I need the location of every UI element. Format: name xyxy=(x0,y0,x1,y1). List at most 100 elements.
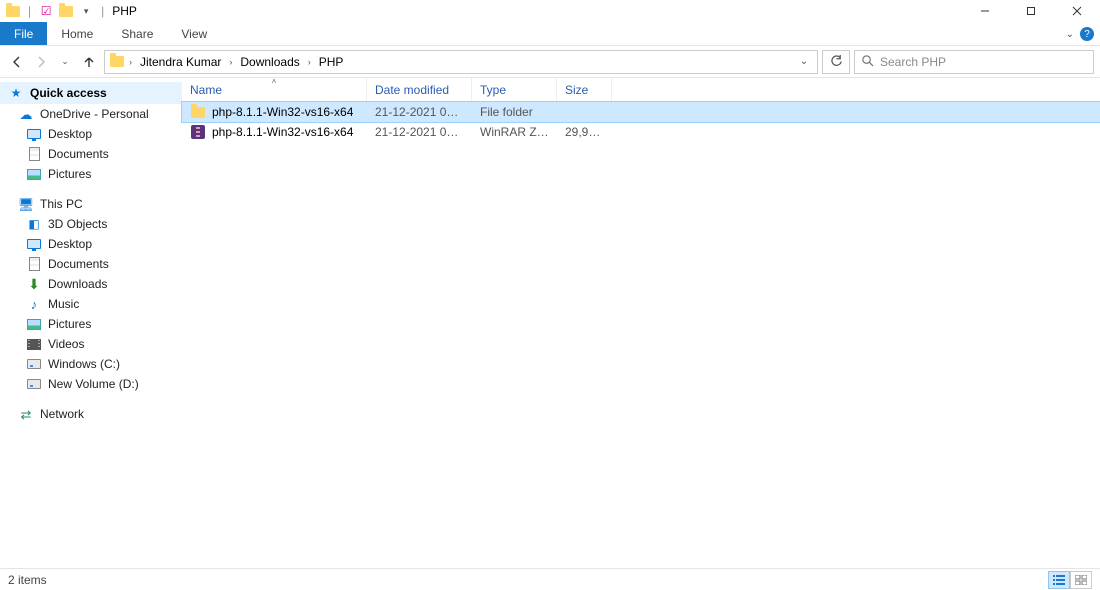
close-button[interactable] xyxy=(1054,0,1100,22)
archive-icon xyxy=(190,124,206,140)
file-type: WinRAR ZIP archive xyxy=(472,125,557,139)
address-bar[interactable]: › Jitendra Kumar › Downloads › PHP ⌄ xyxy=(104,50,818,74)
forward-button[interactable] xyxy=(30,50,52,74)
sidebar-item-videos[interactable]: Videos xyxy=(0,334,182,354)
sidebar-item-network[interactable]: ⇄ Network xyxy=(0,404,182,424)
status-bar: 2 items xyxy=(0,568,1100,590)
breadcrumb-label: PHP xyxy=(319,55,344,69)
sidebar-item-label: Windows (C:) xyxy=(48,357,120,371)
search-icon xyxy=(861,54,874,70)
recent-locations-button[interactable]: ⌄ xyxy=(54,50,76,74)
column-header-size[interactable]: Size xyxy=(557,78,612,101)
network-icon: ⇄ xyxy=(18,406,34,422)
folder-icon xyxy=(190,104,206,120)
tab-home[interactable]: Home xyxy=(47,22,107,45)
file-date: 21-12-2021 07:17 AM xyxy=(367,105,472,119)
sidebar-item-desktop-pc[interactable]: Desktop xyxy=(0,234,182,254)
column-header-name[interactable]: ˄ Name xyxy=(182,78,367,101)
sidebar-item-onedrive[interactable]: ☁ OneDrive - Personal xyxy=(0,104,182,124)
up-button[interactable] xyxy=(78,50,100,74)
breadcrumb-segment[interactable]: Downloads xyxy=(236,55,303,69)
file-name: php-8.1.1-Win32-vs16-x64 xyxy=(212,125,353,139)
sidebar-item-label: New Volume (D:) xyxy=(48,377,139,391)
navigation-pane: ★ Quick access ☁ OneDrive - Personal Des… xyxy=(0,78,182,568)
picture-icon xyxy=(26,316,42,332)
search-input[interactable] xyxy=(880,55,1087,69)
details-view-button[interactable] xyxy=(1048,571,1070,589)
document-icon xyxy=(26,256,42,272)
pc-icon: 🖥 xyxy=(18,196,34,212)
status-text: 2 items xyxy=(8,573,47,587)
sidebar-item-label: Music xyxy=(48,297,79,311)
sidebar-item-documents[interactable]: Documents xyxy=(0,144,182,164)
sidebar-item-label: Documents xyxy=(48,257,109,271)
refresh-button[interactable] xyxy=(822,50,850,74)
folder-icon xyxy=(4,2,22,20)
tab-share[interactable]: Share xyxy=(107,22,167,45)
column-label: Date modified xyxy=(375,83,449,97)
document-icon xyxy=(26,146,42,162)
quick-access-header[interactable]: ★ Quick access xyxy=(0,82,182,104)
back-button[interactable] xyxy=(6,50,28,74)
qat-separator: | xyxy=(28,4,31,18)
sidebar-item-pictures-pc[interactable]: Pictures xyxy=(0,314,182,334)
qat-dropdown-icon[interactable]: ▾ xyxy=(77,2,95,20)
properties-icon[interactable]: ☑ xyxy=(37,2,55,20)
new-folder-icon[interactable] xyxy=(57,2,75,20)
sidebar-item-pictures[interactable]: Pictures xyxy=(0,164,182,184)
cube-icon: ◧ xyxy=(26,216,42,232)
content-pane: ˄ Name Date modified Type Size php-8.1.1… xyxy=(182,78,1100,568)
breadcrumb-label: Jitendra Kumar xyxy=(140,55,221,69)
tab-view[interactable]: View xyxy=(167,22,221,45)
file-tab[interactable]: File xyxy=(0,22,47,45)
sidebar-item-drive-c[interactable]: Windows (C:) xyxy=(0,354,182,374)
breadcrumb-segment[interactable]: PHP xyxy=(315,55,348,69)
maximize-button[interactable] xyxy=(1008,0,1054,22)
breadcrumb-segment[interactable]: Jitendra Kumar xyxy=(136,55,225,69)
help-icon[interactable]: ? xyxy=(1080,27,1094,41)
minimize-button[interactable] xyxy=(962,0,1008,22)
file-row[interactable]: php-8.1.1-Win32-vs16-x64 21-12-2021 07:1… xyxy=(182,102,1100,122)
file-row[interactable]: php-8.1.1-Win32-vs16-x64 21-12-2021 07:1… xyxy=(182,122,1100,142)
search-box[interactable] xyxy=(854,50,1094,74)
sidebar-item-drive-d[interactable]: New Volume (D:) xyxy=(0,374,182,394)
quick-access-toolbar: | ☑ ▾ | PHP xyxy=(0,2,137,20)
sidebar-item-downloads[interactable]: ⬇ Downloads xyxy=(0,274,182,294)
star-icon: ★ xyxy=(8,85,24,101)
sidebar-item-label: Network xyxy=(40,407,84,421)
navigation-bar: ⌄ › Jitendra Kumar › Downloads › PHP ⌄ xyxy=(0,46,1100,78)
chevron-right-icon[interactable]: › xyxy=(227,57,234,67)
column-header-date[interactable]: Date modified xyxy=(367,78,472,101)
sidebar-item-this-pc[interactable]: 🖥 This PC xyxy=(0,194,182,214)
window-title: PHP xyxy=(112,4,137,18)
sidebar-item-label: OneDrive - Personal xyxy=(40,107,149,121)
breadcrumb-label: Downloads xyxy=(240,55,299,69)
folder-icon xyxy=(109,54,125,70)
sidebar-item-label: Pictures xyxy=(48,167,91,181)
column-header-type[interactable]: Type xyxy=(472,78,557,101)
ribbon-tabs: File Home Share View ⌄ ? xyxy=(0,22,1100,46)
chevron-right-icon[interactable]: › xyxy=(127,57,134,67)
drive-icon xyxy=(26,376,42,392)
sidebar-item-label: Downloads xyxy=(48,277,107,291)
sort-ascending-icon: ˄ xyxy=(272,77,277,86)
address-dropdown-icon[interactable]: ⌄ xyxy=(795,56,813,67)
sidebar-item-music[interactable]: ♪ Music xyxy=(0,294,182,314)
drive-icon xyxy=(26,356,42,372)
large-icons-view-button[interactable] xyxy=(1070,571,1092,589)
file-size: 29,926 KB xyxy=(557,125,612,139)
expand-ribbon-icon[interactable]: ⌄ xyxy=(1066,29,1074,40)
sidebar-item-desktop[interactable]: Desktop xyxy=(0,124,182,144)
sidebar-item-label: 3D Objects xyxy=(48,217,107,231)
chevron-right-icon[interactable]: › xyxy=(306,57,313,67)
column-label: Type xyxy=(480,83,506,97)
sidebar-item-label: This PC xyxy=(40,197,83,211)
column-headers: ˄ Name Date modified Type Size xyxy=(182,78,1100,102)
sidebar-item-label: Documents xyxy=(48,147,109,161)
sidebar-item-3d-objects[interactable]: ◧ 3D Objects xyxy=(0,214,182,234)
sidebar-item-label: Videos xyxy=(48,337,84,351)
file-type: File folder xyxy=(472,105,557,119)
sidebar-item-label: Desktop xyxy=(48,127,92,141)
quick-access-label: Quick access xyxy=(30,86,107,100)
sidebar-item-documents-pc[interactable]: Documents xyxy=(0,254,182,274)
